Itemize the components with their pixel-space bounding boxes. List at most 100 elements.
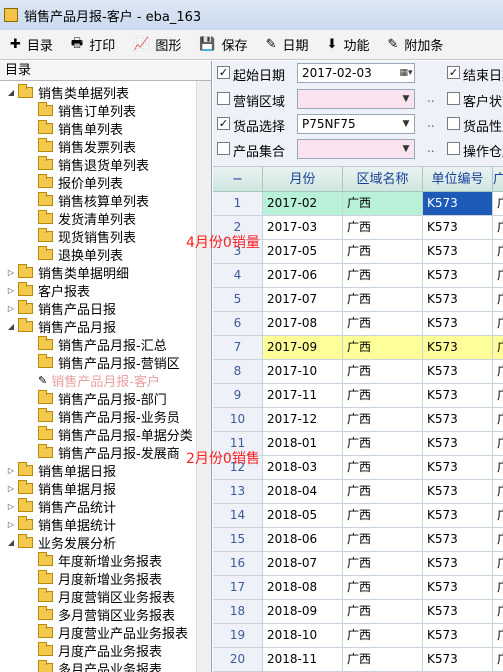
sales-area-field[interactable]: ▼ bbox=[297, 89, 415, 109]
collapse-icon[interactable]: ◢ bbox=[6, 322, 16, 331]
table-row[interactable]: 192018-10广西K573广 bbox=[213, 624, 503, 648]
tree-item[interactable]: 月度产品业务报表 bbox=[22, 641, 162, 660]
tree-item[interactable]: ▷ 销售单据月报 bbox=[6, 479, 116, 498]
tree-item[interactable]: 退换单列表 bbox=[22, 245, 123, 264]
tree-scrollbar[interactable] bbox=[196, 81, 211, 672]
tree-item[interactable]: ◢ 业务发展分析 bbox=[6, 533, 116, 552]
column-header[interactable]: 广 bbox=[493, 167, 503, 192]
expand-icon[interactable]: ▷ bbox=[6, 466, 16, 475]
table-row[interactable]: 142018-05广西K573广 bbox=[213, 504, 503, 528]
window-title-bar: 销售产品月报-客户 - eba_163 bbox=[0, 0, 503, 30]
tree-item[interactable]: 销售发票列表 bbox=[22, 137, 136, 156]
tree-item[interactable]: ▷ 客户报表 bbox=[6, 281, 90, 300]
tree-item-label: 销售单据统计 bbox=[38, 518, 117, 534]
product-select-checkbox[interactable]: ✓ bbox=[217, 117, 230, 130]
toolbar-button-4[interactable]: ✎ 日期 bbox=[256, 30, 317, 60]
expand-icon[interactable]: ▷ bbox=[6, 304, 16, 313]
tree-item[interactable]: ▷ 销售产品统计 bbox=[6, 497, 116, 516]
table-row[interactable]: 92017-11广西K573广 bbox=[213, 384, 503, 408]
table-row[interactable]: 202018-11广西K573广 bbox=[213, 648, 503, 672]
table-cell: 广西 bbox=[343, 648, 423, 672]
toolbar-button-3[interactable]: 💾 保存 bbox=[189, 30, 255, 60]
chevron-down-icon[interactable]: ▼ bbox=[399, 141, 413, 157]
toolbar-button-1[interactable]: 🖶 打印 bbox=[61, 30, 123, 60]
sales-area-more[interactable]: .. bbox=[427, 91, 435, 105]
column-header[interactable]: 区域名称 bbox=[343, 167, 423, 192]
start-date-checkbox[interactable]: ✓ bbox=[217, 66, 230, 79]
expand-icon[interactable]: ▷ bbox=[6, 502, 16, 511]
collapse-icon[interactable]: ◢ bbox=[6, 88, 16, 97]
tree-item[interactable]: ▷ 销售单据统计 bbox=[6, 515, 117, 534]
tree-item[interactable]: 销售核算单列表 bbox=[22, 191, 149, 210]
product-set-field[interactable]: ▼ bbox=[297, 139, 415, 159]
tree-item[interactable]: 发货清单列表 bbox=[22, 209, 136, 228]
expand-icon[interactable]: ▷ bbox=[6, 484, 16, 493]
table-row[interactable]: 42017-06广西K573广 bbox=[213, 264, 503, 288]
tree-item[interactable]: 年度新增业务报表 bbox=[22, 551, 162, 570]
table-row[interactable]: 162018-07广西K573广 bbox=[213, 552, 503, 576]
toolbar-button-0[interactable]: ✚ 目录 bbox=[0, 30, 61, 60]
tree-item[interactable]: 月度营销区业务报表 bbox=[22, 587, 175, 606]
expand-icon[interactable]: ▷ bbox=[6, 286, 16, 295]
tree-item[interactable]: 销售产品月报-发展商 bbox=[22, 443, 180, 462]
product-select-field[interactable]: P75NF75 ▼ bbox=[297, 114, 415, 134]
tree-item[interactable]: 销售产品月报-营销区 bbox=[22, 353, 180, 372]
tree-item-label: 销售单据日报 bbox=[38, 464, 117, 480]
table-row[interactable]: 102017-12广西K573广 bbox=[213, 408, 503, 432]
product-set-more[interactable]: .. bbox=[427, 141, 435, 155]
tree-item[interactable]: 销售产品月报-部门 bbox=[22, 389, 167, 408]
end-date-checkbox[interactable]: ✓ bbox=[447, 66, 460, 79]
start-date-field[interactable]: 2017-02-03 ▦▾ bbox=[297, 63, 415, 83]
operation-checkbox[interactable] bbox=[447, 142, 460, 155]
expand-icon[interactable]: ▷ bbox=[6, 268, 16, 277]
product-set-checkbox[interactable] bbox=[217, 142, 230, 155]
tree-item[interactable]: ▷ 销售产品日报 bbox=[6, 299, 116, 318]
calendar-icon[interactable]: ▦▾ bbox=[399, 65, 413, 81]
tree-item[interactable]: ▷ 销售类单据明细 bbox=[6, 263, 129, 282]
collapse-icon[interactable]: ◢ bbox=[6, 538, 16, 547]
column-header[interactable]: 月份 bbox=[263, 167, 343, 192]
column-header[interactable]: 单位编号 bbox=[423, 167, 493, 192]
expand-icon[interactable]: ▷ bbox=[6, 520, 16, 529]
table-cell: 2018-05 bbox=[263, 504, 343, 528]
table-row[interactable]: 62017-08广西K573广 bbox=[213, 312, 503, 336]
table-row[interactable]: 152018-06广西K573广 bbox=[213, 528, 503, 552]
tree-item[interactable]: 销售产品月报-单据分类 bbox=[22, 425, 193, 444]
table-row[interactable]: 52017-07广西K573广 bbox=[213, 288, 503, 312]
tree-item[interactable]: 销售单列表 bbox=[22, 119, 123, 138]
table-row[interactable]: 182018-09广西K573广 bbox=[213, 600, 503, 624]
table-row[interactable]: 82017-10广西K573广 bbox=[213, 360, 503, 384]
tree-item[interactable]: ◢ 销售产品月报 bbox=[6, 317, 117, 336]
sales-area-checkbox[interactable] bbox=[217, 92, 230, 105]
tree-item[interactable]: 报价单列表 bbox=[22, 173, 123, 192]
tree-item[interactable]: 多月产品业务报表 bbox=[22, 659, 162, 672]
toolbar: ✚ 目录 🖶 打印 📈 图形 💾 保存 ✎ 日期 ⬇ 功能 ✎ 附加条 bbox=[0, 30, 503, 60]
tree-item[interactable]: 销售退货单列表 bbox=[22, 155, 149, 174]
tree-item[interactable]: ✎ 销售产品月报-客户 bbox=[22, 371, 160, 390]
tree-item[interactable]: 销售产品月报-汇总 bbox=[22, 335, 167, 354]
tree-item[interactable]: 月度新增业务报表 bbox=[22, 569, 162, 588]
customer-status-checkbox[interactable] bbox=[447, 92, 460, 105]
table-row[interactable]: 132018-04广西K573广 bbox=[213, 480, 503, 504]
toolbar-button-6[interactable]: ✎ 附加条 bbox=[377, 30, 451, 60]
tree-item-label: 销售产品月报 bbox=[38, 320, 117, 336]
annotation-april-zero: 4月份0销量 bbox=[186, 235, 260, 251]
chevron-down-icon[interactable]: ▼ bbox=[399, 91, 413, 107]
table-row[interactable]: 172018-08广西K573广 bbox=[213, 576, 503, 600]
table-row[interactable]: 12017-02广西K573广 bbox=[213, 192, 503, 216]
table-row[interactable]: 72017-09广西K573广 bbox=[213, 336, 503, 360]
tree-item[interactable]: 多月营销区业务报表 bbox=[22, 605, 175, 624]
tree-item[interactable]: ◢ 销售类单据列表 bbox=[6, 83, 129, 102]
product-select-more[interactable]: .. bbox=[427, 116, 435, 130]
product-attr-checkbox[interactable] bbox=[447, 117, 460, 130]
toolbar-button-2[interactable]: 📈 图形 bbox=[123, 30, 189, 60]
folder-icon bbox=[18, 263, 33, 278]
chevron-down-icon[interactable]: ▼ bbox=[399, 116, 413, 132]
toolbar-button-5[interactable]: ⬇ 功能 bbox=[317, 30, 378, 60]
tree-item[interactable]: ▷ 销售单据日报 bbox=[6, 461, 117, 480]
tree-item[interactable]: 现货销售列表 bbox=[22, 227, 136, 246]
tree-item[interactable]: 销售产品月报-业务员 bbox=[22, 407, 180, 426]
table-cell: K573 bbox=[423, 360, 493, 384]
tree-item[interactable]: 销售订单列表 bbox=[22, 101, 136, 120]
tree-item[interactable]: 月度营业产品业务报表 bbox=[22, 623, 188, 642]
